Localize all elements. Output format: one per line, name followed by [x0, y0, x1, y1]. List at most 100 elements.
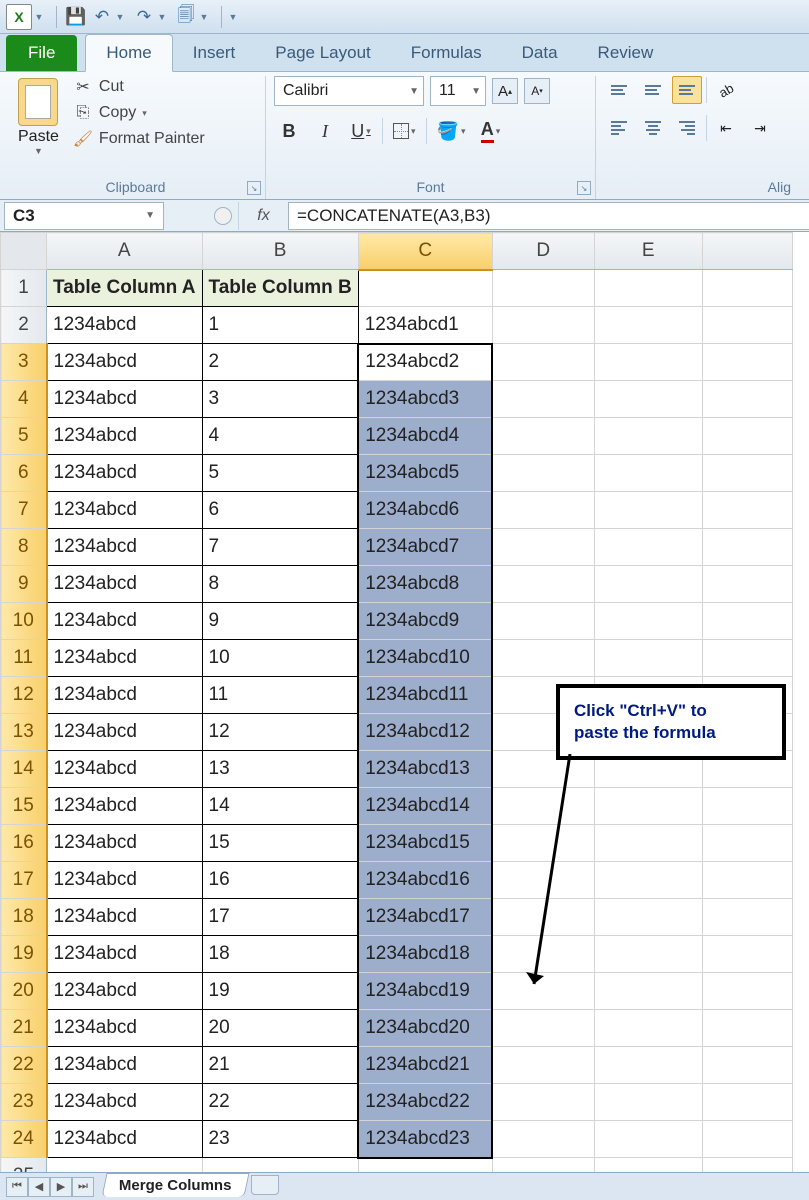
cell-F6[interactable] — [702, 455, 792, 492]
chevron-down-icon[interactable]: ▼ — [145, 210, 155, 221]
align-right-button[interactable] — [672, 114, 702, 142]
cell-D8[interactable] — [492, 529, 594, 566]
cell-F19[interactable] — [702, 936, 792, 973]
cell-E20[interactable] — [594, 973, 702, 1010]
cell-C20[interactable]: 1234abcd19 — [358, 973, 492, 1010]
cell-A9[interactable]: 1234abcd — [47, 566, 203, 603]
cell-B9[interactable]: 8 — [202, 566, 358, 603]
cell-C23[interactable]: 1234abcd22 — [358, 1084, 492, 1121]
tab-review[interactable]: Review — [578, 35, 674, 71]
orientation-button[interactable]: ab — [711, 76, 741, 104]
cell-F16[interactable] — [702, 825, 792, 862]
cell-E16[interactable] — [594, 825, 702, 862]
italic-button[interactable]: I — [310, 116, 340, 146]
cell-E23[interactable] — [594, 1084, 702, 1121]
cell-D4[interactable] — [492, 381, 594, 418]
cell-F8[interactable] — [702, 529, 792, 566]
cell-A17[interactable]: 1234abcd — [47, 862, 203, 899]
sheet-nav-last[interactable]: ⏭ — [72, 1177, 94, 1197]
sheet-nav-prev[interactable]: ◀ — [28, 1177, 50, 1197]
cell-F10[interactable] — [702, 603, 792, 640]
row-header-15[interactable]: 15 — [1, 788, 47, 825]
cell-C5[interactable]: 1234abcd4 — [358, 418, 492, 455]
cell-B20[interactable]: 19 — [202, 973, 358, 1010]
tab-page-layout[interactable]: Page Layout — [255, 35, 390, 71]
fx-button[interactable]: fx — [238, 202, 288, 230]
cell-C10[interactable]: 1234abcd9 — [358, 603, 492, 640]
cell-F3[interactable] — [702, 344, 792, 381]
cell-B21[interactable]: 20 — [202, 1010, 358, 1047]
cell-D9[interactable] — [492, 566, 594, 603]
cell-B19[interactable]: 18 — [202, 936, 358, 973]
cell-B4[interactable]: 3 — [202, 381, 358, 418]
cell-B15[interactable]: 14 — [202, 788, 358, 825]
row-header-8[interactable]: 8 — [1, 529, 47, 566]
tab-insert[interactable]: Insert — [173, 35, 256, 71]
cell-B18[interactable]: 17 — [202, 899, 358, 936]
cell-B17[interactable]: 16 — [202, 862, 358, 899]
align-top-button[interactable] — [604, 76, 634, 104]
row-header-6[interactable]: 6 — [1, 455, 47, 492]
cell-A4[interactable]: 1234abcd — [47, 381, 203, 418]
cell-E22[interactable] — [594, 1047, 702, 1084]
row-header-7[interactable]: 7 — [1, 492, 47, 529]
cell-D22[interactable] — [492, 1047, 594, 1084]
cell-E7[interactable] — [594, 492, 702, 529]
cell-C1[interactable] — [358, 270, 492, 307]
cell-D5[interactable] — [492, 418, 594, 455]
cell-E11[interactable] — [594, 640, 702, 677]
tab-formulas[interactable]: Formulas — [391, 35, 502, 71]
cell-A15[interactable]: 1234abcd — [47, 788, 203, 825]
sheet-tab[interactable]: Merge Columns — [101, 1173, 249, 1197]
cell-B24[interactable]: 23 — [202, 1121, 358, 1158]
cell-C9[interactable]: 1234abcd8 — [358, 566, 492, 603]
cell-F1[interactable] — [702, 270, 792, 307]
font-size-combo[interactable]: 11▼ — [430, 76, 486, 106]
row-header-21[interactable]: 21 — [1, 1010, 47, 1047]
font-dialog-launcher[interactable]: ↘ — [577, 181, 591, 195]
redo-drop[interactable]: ▼ — [157, 5, 167, 29]
cell-F22[interactable] — [702, 1047, 792, 1084]
column-header-extra[interactable] — [702, 233, 792, 270]
copy-drop[interactable]: ▾ — [142, 108, 147, 119]
quickprint-drop[interactable]: ▼ — [199, 5, 209, 29]
cell-D2[interactable] — [492, 307, 594, 344]
cell-A1[interactable]: Table Column A — [47, 270, 203, 307]
cell-B1[interactable]: Table Column B — [202, 270, 358, 307]
format-painter-button[interactable]: 🖌 Format Painter — [69, 128, 209, 150]
cell-A24[interactable]: 1234abcd — [47, 1121, 203, 1158]
align-bottom-button[interactable] — [672, 76, 702, 104]
cell-E2[interactable] — [594, 307, 702, 344]
new-sheet-button[interactable] — [251, 1175, 279, 1195]
row-header-20[interactable]: 20 — [1, 973, 47, 1010]
cell-C17[interactable]: 1234abcd16 — [358, 862, 492, 899]
cell-F4[interactable] — [702, 381, 792, 418]
row-header-10[interactable]: 10 — [1, 603, 47, 640]
cell-B10[interactable]: 9 — [202, 603, 358, 640]
row-header-5[interactable]: 5 — [1, 418, 47, 455]
name-box[interactable]: C3 ▼ — [4, 202, 164, 230]
cell-C12[interactable]: 1234abcd11 — [358, 677, 492, 714]
cell-F9[interactable] — [702, 566, 792, 603]
font-color-button[interactable]: A — [475, 116, 505, 146]
cell-B5[interactable]: 4 — [202, 418, 358, 455]
paste-drop[interactable]: ▼ — [34, 146, 43, 156]
cell-F11[interactable] — [702, 640, 792, 677]
cell-A3[interactable]: 1234abcd — [47, 344, 203, 381]
customize-qat-drop[interactable]: ▼ — [228, 5, 238, 29]
fill-color-button[interactable]: 🪣 — [433, 116, 470, 146]
system-menu-drop[interactable]: ▼ — [34, 5, 44, 29]
cell-E19[interactable] — [594, 936, 702, 973]
cell-F21[interactable] — [702, 1010, 792, 1047]
cell-F2[interactable] — [702, 307, 792, 344]
cell-A16[interactable]: 1234abcd — [47, 825, 203, 862]
cell-A5[interactable]: 1234abcd — [47, 418, 203, 455]
row-header-19[interactable]: 19 — [1, 936, 47, 973]
cell-F18[interactable] — [702, 899, 792, 936]
cell-B6[interactable]: 5 — [202, 455, 358, 492]
cell-C15[interactable]: 1234abcd14 — [358, 788, 492, 825]
copy-button[interactable]: ⎘ Copy ▾ — [69, 102, 209, 124]
row-header-11[interactable]: 11 — [1, 640, 47, 677]
cell-C3[interactable]: 1234abcd2 — [358, 344, 492, 381]
cell-B14[interactable]: 13 — [202, 751, 358, 788]
